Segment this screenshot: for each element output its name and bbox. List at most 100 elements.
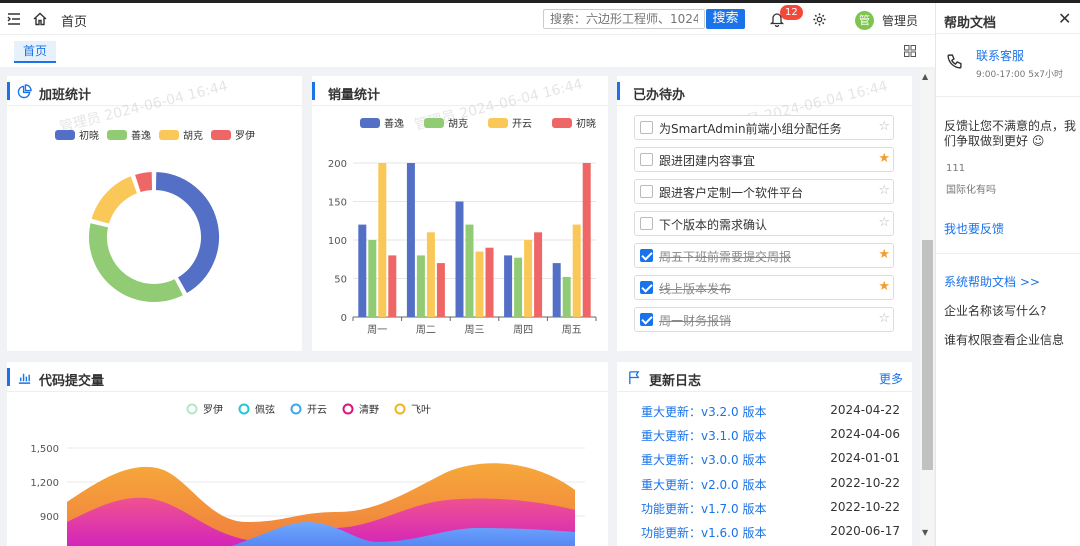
bar bbox=[562, 276, 571, 317]
y-tick-label: 150 bbox=[328, 198, 347, 209]
changelog-item: 重大更新：v3.0.0 版本 2024-01-01 bbox=[641, 451, 901, 471]
todo-item[interactable]: 周一财务报销 ☆ bbox=[634, 307, 894, 332]
faq-item[interactable]: 谁有权限查看企业信息 bbox=[944, 331, 1064, 348]
faq-item[interactable]: 企业名称该写什么? bbox=[944, 302, 1046, 319]
star-icon[interactable]: ☆ bbox=[878, 183, 890, 199]
tab-home[interactable]: 首页 bbox=[14, 41, 57, 63]
breadcrumb-home[interactable]: 首页 bbox=[61, 11, 87, 30]
legend-marker bbox=[342, 403, 354, 415]
service-hours: 9:00-17:00 5x7小时 bbox=[976, 70, 1064, 80]
card-header: 代码提交量 bbox=[7, 362, 608, 392]
todo-checkbox[interactable] bbox=[640, 281, 653, 294]
help-panel: 帮助文档 ✕ 联系客服 9:00-17:00 5x7小时 反馈让您不满意的点，我… bbox=[935, 3, 1080, 546]
star-icon[interactable]: ★ bbox=[878, 247, 890, 263]
legend-label: 胡克 bbox=[448, 117, 468, 130]
feedback-link[interactable]: 我也要反馈 bbox=[944, 220, 1004, 237]
legend-label: 罗伊 bbox=[203, 404, 223, 416]
changelog-title-link[interactable]: 重大更新：v2.0.0 版本 bbox=[641, 476, 766, 493]
card-header: 销量统计 bbox=[312, 76, 608, 106]
todo-item[interactable]: 线上版本发布 ★ bbox=[634, 275, 894, 300]
gear-icon[interactable] bbox=[812, 12, 827, 27]
scroll-up-arrow-icon[interactable]: ▲ bbox=[922, 72, 928, 81]
changelog-item: 功能更新：v1.6.0 版本 2020-06-17 bbox=[641, 524, 901, 544]
home-icon[interactable] bbox=[32, 11, 48, 27]
changelog-more-link[interactable]: 更多 bbox=[879, 370, 903, 387]
close-icon[interactable]: ✕ bbox=[1058, 9, 1071, 28]
todo-checkbox[interactable] bbox=[640, 249, 653, 262]
bar bbox=[455, 201, 464, 317]
changelog-title-link[interactable]: 重大更新：v3.1.0 版本 bbox=[641, 427, 766, 444]
legend-marker bbox=[238, 403, 250, 415]
legend-label: 开云 bbox=[307, 405, 327, 416]
bar bbox=[426, 232, 435, 317]
card-accent-bar bbox=[312, 82, 315, 100]
user-name[interactable]: 管理员 bbox=[882, 12, 918, 29]
donut-chart: 初晓 善逸 胡克 罗伊 bbox=[55, 129, 255, 304]
bar bbox=[485, 247, 494, 317]
todo-checkbox[interactable] bbox=[640, 185, 653, 198]
y-tick-label: 50 bbox=[334, 275, 347, 286]
todo-checkbox[interactable] bbox=[640, 313, 653, 326]
help-docs-link[interactable]: 系统帮助文档 >> bbox=[944, 273, 1040, 290]
todo-checkbox[interactable] bbox=[640, 217, 653, 230]
bar bbox=[504, 255, 513, 317]
donut-slice bbox=[89, 174, 140, 226]
search-button[interactable]: 搜索 bbox=[706, 9, 745, 29]
search-input[interactable] bbox=[543, 9, 705, 29]
star-icon[interactable]: ★ bbox=[878, 279, 890, 295]
bar bbox=[465, 224, 474, 317]
y-tick-label: 900 bbox=[40, 512, 59, 523]
changelog-title-link[interactable]: 功能更新：v1.7.0 版本 bbox=[641, 500, 766, 517]
feedback-sample: 国际化有吗 bbox=[946, 185, 996, 196]
top-header: 首页 搜索 12 管 管理员 bbox=[0, 3, 935, 35]
bar bbox=[368, 240, 377, 317]
y-tick-label: 0 bbox=[341, 313, 347, 324]
todo-item[interactable]: 下个版本的需求确认 ☆ bbox=[634, 211, 894, 236]
legend-marker bbox=[394, 403, 406, 415]
legend-marker bbox=[55, 130, 75, 140]
changelog-date: 2024-01-01 bbox=[830, 451, 900, 466]
bar bbox=[572, 224, 581, 317]
y-tick-label: 1,500 bbox=[30, 444, 59, 455]
bar bbox=[514, 257, 523, 317]
x-tick-label: 周三 bbox=[465, 324, 485, 336]
todo-item[interactable]: 跟进客户定制一个软件平台 ☆ bbox=[634, 179, 894, 204]
bar bbox=[524, 240, 533, 317]
legend-marker bbox=[159, 130, 179, 140]
star-icon[interactable]: ☆ bbox=[878, 311, 890, 327]
card-title: 更新日志 bbox=[649, 374, 702, 389]
star-icon[interactable]: ☆ bbox=[878, 119, 890, 135]
todo-checkbox[interactable] bbox=[640, 153, 653, 166]
contact-service-link[interactable]: 联系客服 bbox=[976, 47, 1024, 64]
card-header: 更新日志 更多 bbox=[617, 362, 912, 392]
bar bbox=[406, 163, 415, 317]
todo-checkbox[interactable] bbox=[640, 121, 653, 134]
card-title: 销量统计 bbox=[328, 88, 381, 103]
scroll-down-arrow-icon[interactable]: ▼ bbox=[922, 528, 928, 537]
todo-item[interactable]: 为SmartAdmin前端小组分配任务 ☆ bbox=[634, 115, 894, 140]
menu-fold-icon[interactable] bbox=[6, 11, 22, 27]
changelog-title-link[interactable]: 功能更新：v1.6.0 版本 bbox=[641, 524, 766, 541]
notification-badge: 12 bbox=[780, 5, 803, 20]
star-icon[interactable]: ★ bbox=[878, 151, 890, 167]
grid-icon[interactable] bbox=[904, 45, 916, 57]
feedback-intro: 反馈让您不满意的点，我们争取做到更好 ☺ bbox=[944, 119, 1077, 148]
todo-item[interactable]: 周五下班前需要提交周报 ★ bbox=[634, 243, 894, 268]
legend-label: 初晓 bbox=[79, 129, 99, 142]
bar bbox=[475, 251, 484, 317]
todo-text: 跟进客户定制一个软件平台 bbox=[659, 186, 804, 200]
changelog-title-link[interactable]: 重大更新：v3.2.0 版本 bbox=[641, 403, 766, 420]
avatar[interactable]: 管 bbox=[855, 11, 874, 30]
bar bbox=[388, 255, 397, 317]
changelog-title-link[interactable]: 重大更新：v3.0.0 版本 bbox=[641, 451, 766, 468]
star-icon[interactable]: ☆ bbox=[878, 215, 890, 231]
card-accent-bar bbox=[617, 82, 620, 100]
bar bbox=[358, 224, 367, 317]
legend-marker bbox=[211, 130, 231, 140]
todo-item[interactable]: 跟进团建内容事宜 ★ bbox=[634, 147, 894, 172]
divider bbox=[936, 33, 1080, 34]
overtime-card: 加班统计 管理员 2024-06-04 16:44 初晓 善逸 胡克 罗伊 bbox=[7, 76, 302, 351]
card-title: 已办待办 bbox=[633, 88, 686, 103]
card-header: 加班统计 bbox=[7, 76, 302, 106]
scrollbar-thumb[interactable] bbox=[922, 240, 933, 470]
